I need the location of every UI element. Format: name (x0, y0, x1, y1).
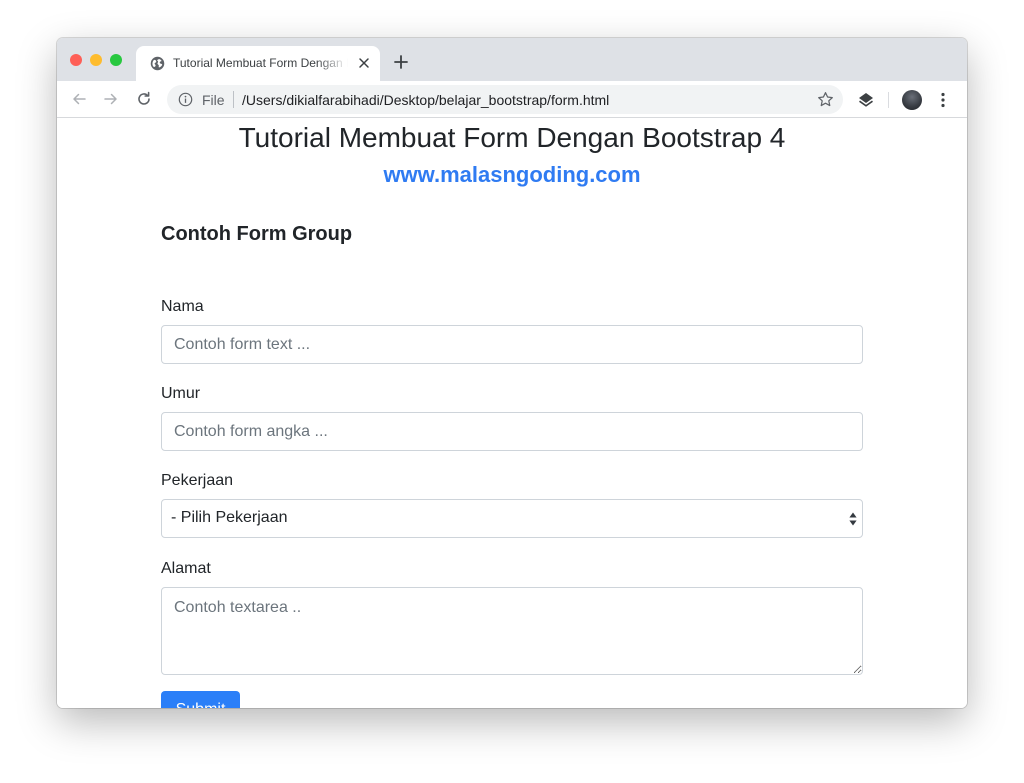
url-separator (233, 91, 234, 108)
address-bar[interactable]: File /Users/dikialfarabihadi/Desktop/bel… (167, 85, 843, 114)
close-icon[interactable] (357, 56, 371, 70)
browser-tab[interactable]: Tutorial Membuat Form Dengan Bootstrap 4 (136, 46, 380, 81)
reload-icon[interactable] (136, 91, 152, 107)
page-title: Tutorial Membuat Form Dengan Bootstrap 4 (238, 122, 786, 153)
alamat-textarea[interactable] (161, 587, 863, 675)
select-arrows-icon (849, 512, 857, 526)
nama-label: Nama (161, 298, 204, 315)
layers-icon[interactable] (857, 91, 875, 109)
window-close-button[interactable] (70, 54, 82, 66)
umur-input[interactable] (161, 412, 863, 451)
submit-button[interactable]: Submit (161, 691, 240, 708)
tab-title: Tutorial Membuat Form Dengan Bootstrap 4 (173, 56, 348, 70)
toolbar-divider (888, 92, 889, 108)
window-maximize-button[interactable] (110, 54, 122, 66)
arrow-left-icon[interactable] (71, 91, 87, 107)
window-minimize-button[interactable] (90, 54, 102, 66)
avatar[interactable] (902, 90, 922, 110)
form-heading: Contoh Form Group (161, 223, 353, 245)
browser-window: Tutorial Membuat Form Dengan Bootstrap 4 (57, 38, 967, 708)
page-content: Tutorial Membuat Form Dengan Bootstrap 4… (57, 119, 967, 708)
pekerjaan-select[interactable]: - Pilih Pekerjaan (161, 499, 863, 538)
kebab-menu-icon[interactable] (939, 91, 947, 109)
tab-strip: Tutorial Membuat Form Dengan Bootstrap 4 (57, 38, 967, 81)
new-tab-button[interactable] (393, 54, 409, 70)
umur-label: Umur (161, 385, 201, 402)
pekerjaan-label: Pekerjaan (161, 472, 234, 489)
page-subtitle-link[interactable]: www.malasngoding.com (57, 161, 967, 189)
info-icon[interactable] (178, 92, 193, 107)
browser-toolbar: File /Users/dikialfarabihadi/Desktop/bel… (57, 81, 967, 118)
arrow-right-icon[interactable] (103, 91, 119, 107)
alamat-label: Alamat (161, 560, 211, 577)
nama-input[interactable] (161, 325, 863, 364)
url-scheme-label: File (202, 92, 225, 108)
globe-icon (150, 56, 165, 71)
pekerjaan-selected-value: - Pilih Pekerjaan (171, 509, 288, 526)
star-icon[interactable] (817, 91, 834, 108)
url-path[interactable]: /Users/dikialfarabihadi/Desktop/belajar_… (242, 92, 609, 108)
